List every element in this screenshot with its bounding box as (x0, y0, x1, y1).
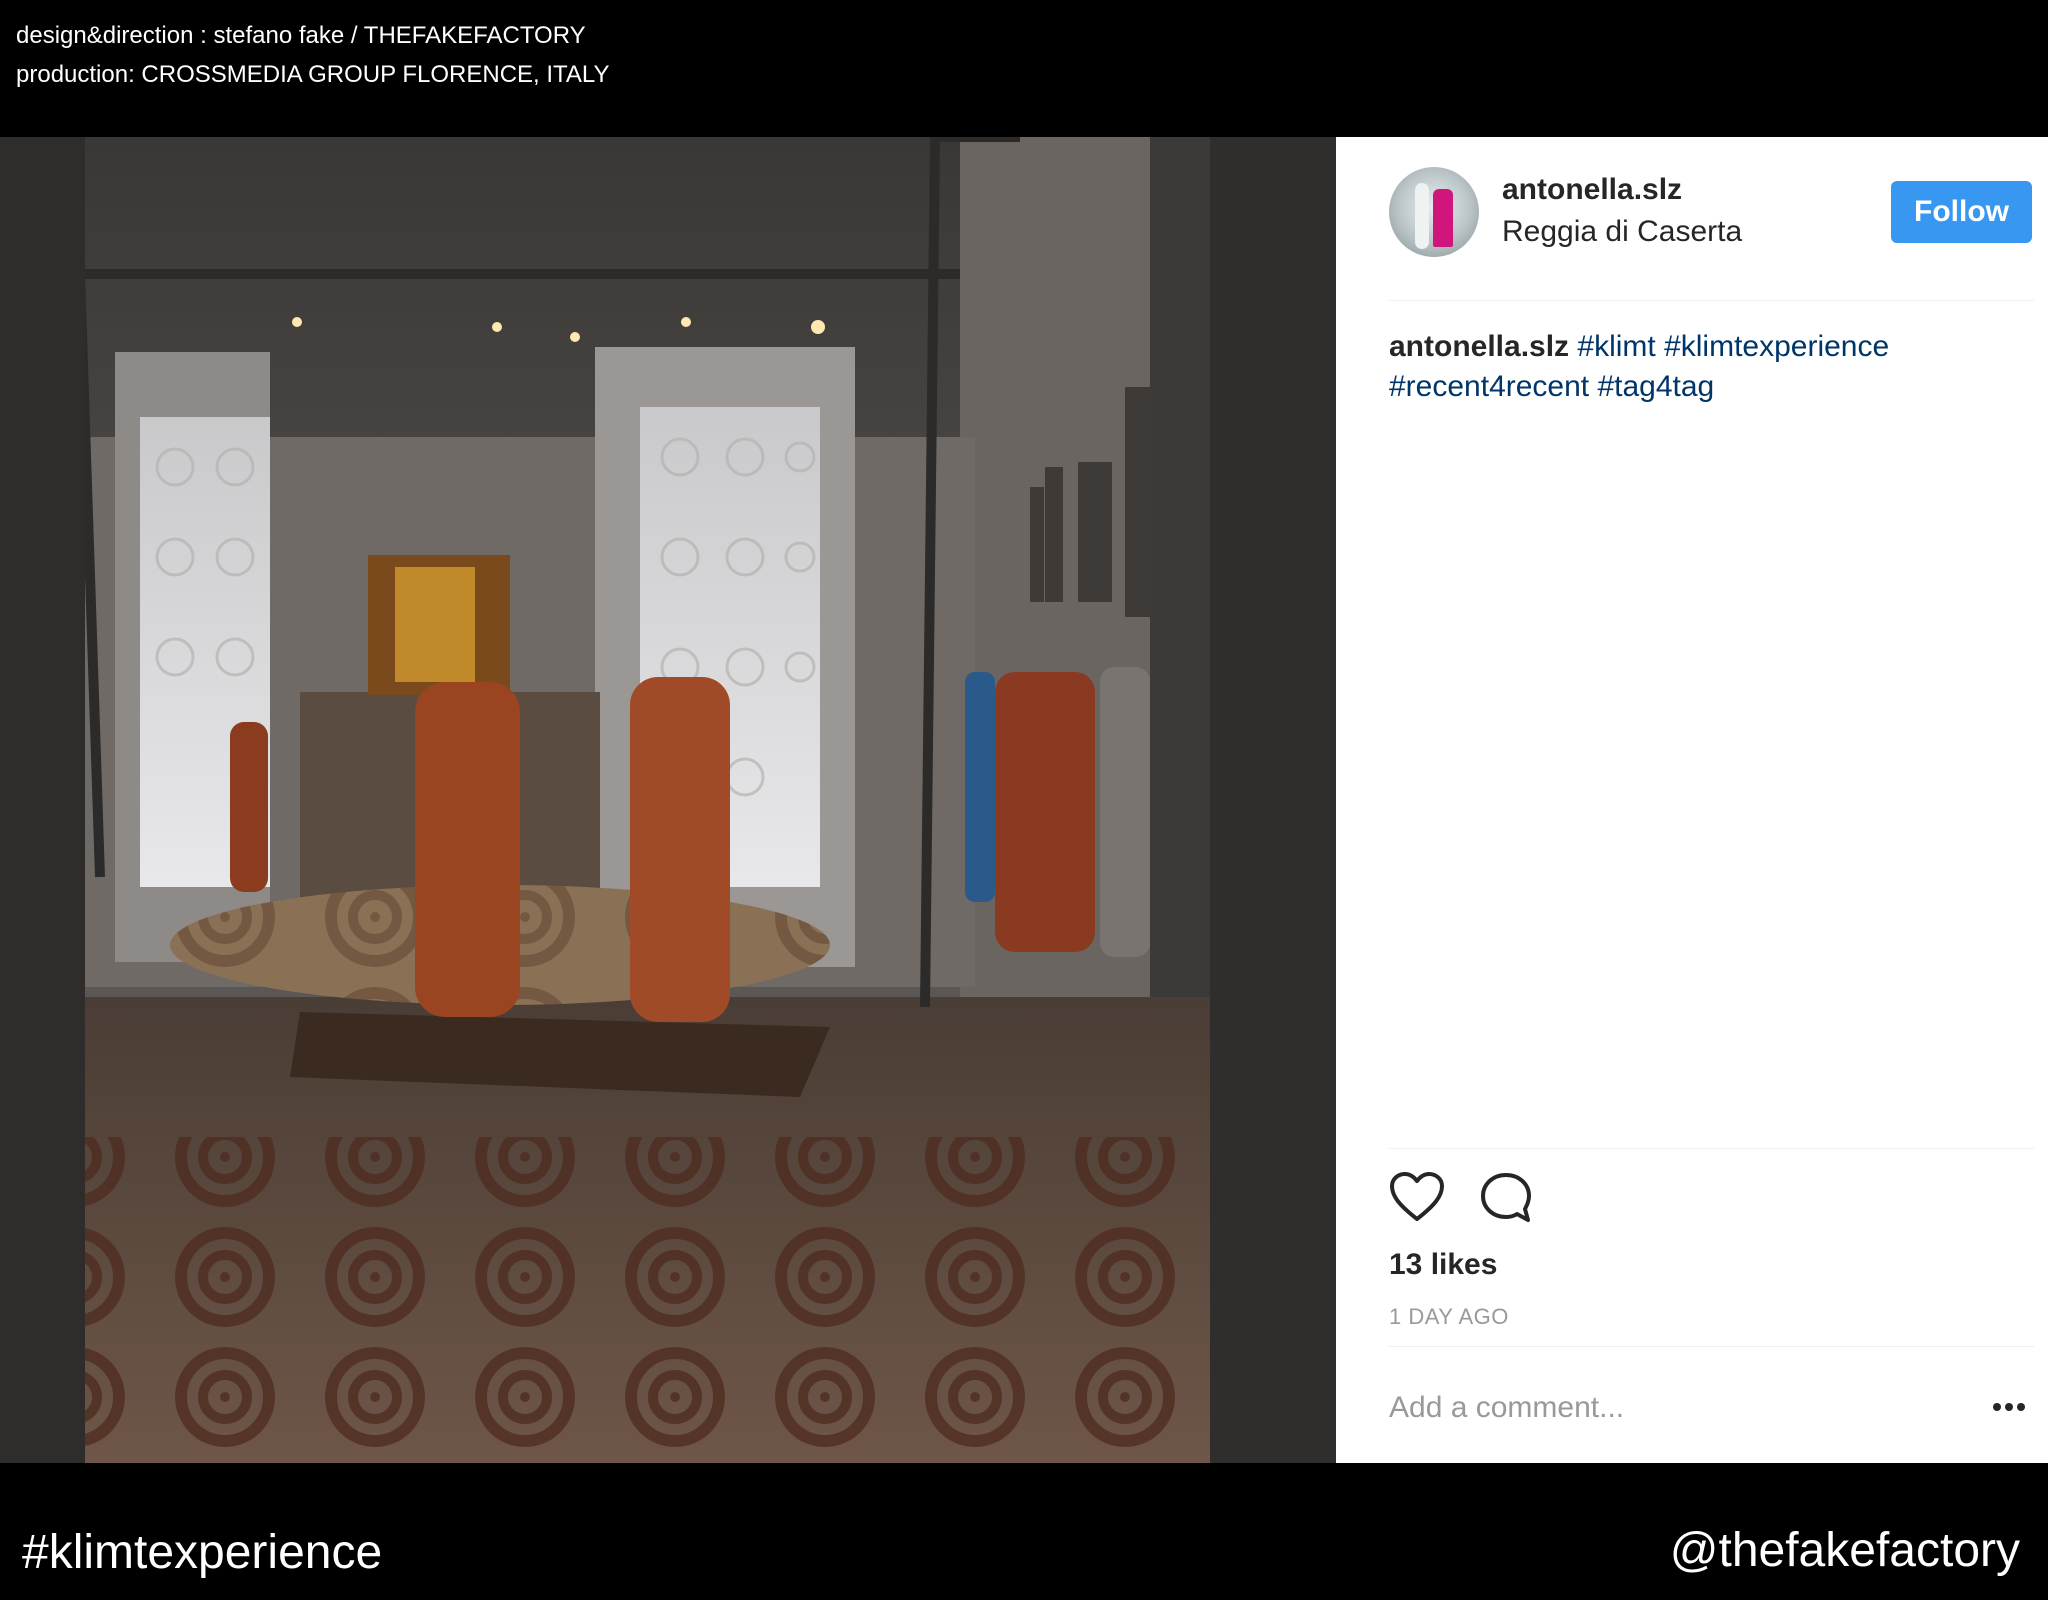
post-timestamp: 1 DAY AGO (1389, 1304, 1509, 1329)
caption-hashtags-line1[interactable]: #klimt #klimtexperience (1577, 330, 1889, 363)
post-photo[interactable] (0, 137, 1336, 1463)
post-username[interactable]: antonella.slz (1502, 173, 1682, 207)
avatar[interactable] (1389, 167, 1479, 257)
caption-username[interactable]: antonella.slz (1389, 330, 1569, 363)
exhibition-hall-image (0, 137, 1336, 1463)
actions-divider (1389, 1148, 2034, 1149)
follow-button[interactable]: Follow (1891, 181, 2032, 243)
comment-divider (1389, 1346, 2034, 1347)
comment-bubble-icon[interactable] (1479, 1171, 1533, 1225)
post-detail-panel: antonella.slz Reggia di Caserta Follow a… (1336, 137, 2048, 1463)
post-location[interactable]: Reggia di Caserta (1502, 215, 1742, 249)
credits-design-line: design&direction : stefano fake / THEFAK… (16, 22, 586, 49)
likes-count[interactable]: 13 likes (1389, 1248, 1497, 1282)
header-divider (1389, 300, 2034, 301)
post-caption: antonella.slz #klimt #klimtexperience #r… (1389, 327, 1989, 407)
avatar-dress (1433, 189, 1453, 247)
footer-hashtag: #klimtexperience (22, 1526, 383, 1579)
credits-production-line: production: CROSSMEDIA GROUP FLORENCE, I… (16, 61, 610, 88)
credits: design&direction : stefano fake / THEFAK… (16, 16, 610, 94)
more-options-icon[interactable] (1991, 1401, 2027, 1413)
add-comment-input[interactable]: Add a comment... (1389, 1391, 1624, 1425)
heart-icon[interactable] (1389, 1171, 1445, 1223)
avatar-figure (1415, 183, 1429, 249)
footer-handle: @thefakefactory (1669, 1524, 2020, 1577)
caption-hashtags-line2[interactable]: #recent4recent #tag4tag (1389, 370, 1714, 403)
